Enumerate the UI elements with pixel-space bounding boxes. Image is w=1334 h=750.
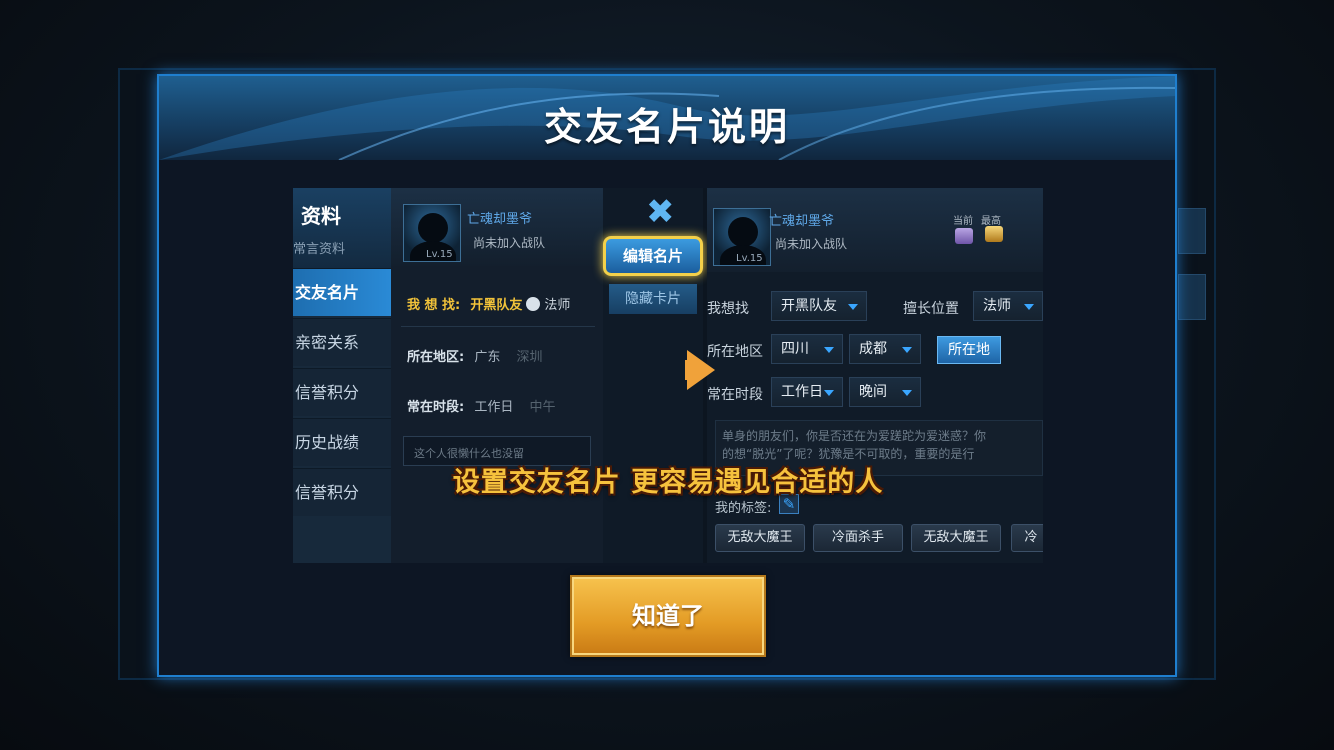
- sidebar-header: 资料 常言资料: [293, 188, 391, 268]
- player-name: 亡魂却墨爷: [467, 212, 533, 227]
- avatar-silhouette: [728, 217, 758, 247]
- tag-chip: 冷面杀手: [813, 524, 903, 552]
- city-dropdown: 成都: [849, 334, 921, 364]
- want-label: 我 想 找:: [407, 298, 461, 313]
- rank-current-label: 当前: [953, 216, 973, 227]
- region-value: 广东: [474, 350, 501, 365]
- region-label: 所在地区: [707, 344, 763, 360]
- sidebar-item-credit-points: 信誉积分: [293, 368, 391, 416]
- tag-chip: 无敌大魔王: [911, 524, 1001, 552]
- province-dropdown: 四川: [771, 334, 843, 364]
- chevron-down-icon: [824, 390, 834, 396]
- city-value: 成都: [859, 341, 887, 357]
- avatar-silhouette: [418, 213, 448, 243]
- rank-highest-badge-icon: [985, 226, 1003, 242]
- province-value: 四川: [781, 341, 809, 357]
- period-dropdown: 晚间: [849, 377, 921, 407]
- arrow-right-icon: [687, 350, 715, 390]
- region-row: 所在地区: 广东 深圳: [407, 346, 543, 365]
- player-name: 亡魂却墨爷: [769, 214, 835, 229]
- role-dropdown: 法师: [973, 291, 1043, 321]
- time-label: 常在时段: [707, 387, 763, 403]
- role-label: 擅长位置: [903, 301, 959, 317]
- sidebar-title: 资料: [301, 204, 341, 228]
- chevron-down-icon: [902, 347, 912, 353]
- chevron-down-icon: [848, 304, 858, 310]
- tag-chip: 无敌大魔王: [715, 524, 805, 552]
- sidebar-item-friend-card: 交友名片: [293, 268, 391, 316]
- chevron-down-icon: [824, 347, 834, 353]
- want-value: 开黑队友: [781, 298, 837, 314]
- screen: 交友名片说明 资料 常言资料 交友名片 亲密关系 信誉积分 历史战绩 信誉积分: [0, 0, 1334, 750]
- want-dropdown: 开黑队友: [771, 291, 867, 321]
- time-faded-value: 中午: [529, 400, 556, 415]
- background-tab: [1178, 274, 1206, 320]
- description-line: 单身的朋友们，你是否还在为爱蹉跎为爱迷惑？你: [722, 429, 987, 443]
- left-sidebar: 资料 常言资料 交友名片 亲密关系 信誉积分 历史战绩 信誉积分: [293, 188, 391, 563]
- left-profile-header: Lv.15 亡魂却墨爷 尚未加入战队: [391, 188, 603, 266]
- edit-card-button: 编辑名片: [603, 236, 703, 276]
- team-status: 尚未加入战队: [775, 237, 848, 251]
- location-button: 所在地: [937, 336, 1001, 364]
- role-value: 法师: [544, 298, 571, 313]
- sidebar-subtitle: 常言资料: [293, 242, 346, 257]
- shield-icon: [526, 297, 541, 311]
- dialog-header: 交友名片说明: [159, 76, 1175, 160]
- want-value: 开黑队友: [470, 298, 523, 313]
- info-dialog: 交友名片说明 资料 常言资料 交友名片 亲密关系 信誉积分 历史战绩 信誉积分: [157, 74, 1177, 677]
- want-label: 我想找: [707, 301, 749, 317]
- illustration-caption: 设置交友名片 更容易遇见合适的人: [452, 467, 884, 498]
- level-label: Lv.15: [736, 253, 763, 264]
- chevron-down-icon: [1024, 304, 1034, 310]
- period-value: 晚间: [859, 384, 887, 400]
- tags-label: 我的标签:: [715, 501, 772, 516]
- hide-card-button: 隐藏卡片: [609, 284, 697, 314]
- time-value: 工作日: [474, 400, 514, 415]
- left-card-panel: Lv.15 亡魂却墨爷 尚未加入战队 我 想 找: 开黑队友 法师 所在地区: 广…: [391, 188, 603, 563]
- tag-chip: 冷: [1011, 524, 1043, 552]
- time-row: 常在时段: 工作日 中午: [407, 396, 556, 415]
- region-faded-value: 深圳: [516, 350, 543, 365]
- region-label: 所在地区:: [407, 350, 465, 365]
- close-icon: ✖: [646, 192, 675, 232]
- right-profile-header: Lv.15 亡魂却墨爷 尚未加入战队 当前 最高: [707, 188, 1043, 272]
- want-row: 我 想 找: 开黑队友 法师: [407, 294, 570, 313]
- sidebar-item-close-relations: 亲密关系: [293, 318, 391, 366]
- rank-highest-label: 最高: [981, 216, 1001, 227]
- dialog-title: 交友名片说明: [543, 105, 790, 149]
- day-dropdown: 工作日: [771, 377, 843, 407]
- time-label: 常在时段:: [407, 400, 465, 415]
- chevron-down-icon: [902, 390, 912, 396]
- day-value: 工作日: [781, 384, 823, 400]
- tutorial-illustration: 资料 常言资料 交友名片 亲密关系 信誉积分 历史战绩 信誉积分 Lv.15 亡…: [293, 188, 1043, 563]
- divider: [401, 326, 595, 327]
- sidebar-item-match-history: 历史战绩: [293, 418, 391, 466]
- avatar: Lv.15: [403, 204, 461, 262]
- level-label: Lv.15: [426, 249, 453, 260]
- avatar: Lv.15: [713, 208, 771, 266]
- rank-current-badge-icon: [955, 228, 973, 244]
- confirm-button[interactable]: 知道了: [570, 575, 766, 657]
- role-value: 法师: [983, 298, 1011, 314]
- right-edit-panel: Lv.15 亡魂却墨爷 尚未加入战队 当前 最高 我想找 开黑队友 擅长位置 法…: [707, 188, 1043, 563]
- background-tab: [1178, 208, 1206, 254]
- team-status: 尚未加入战队: [473, 236, 546, 250]
- dialog-body: 资料 常言资料 交友名片 亲密关系 信誉积分 历史战绩 信誉积分 Lv.15 亡…: [159, 160, 1175, 675]
